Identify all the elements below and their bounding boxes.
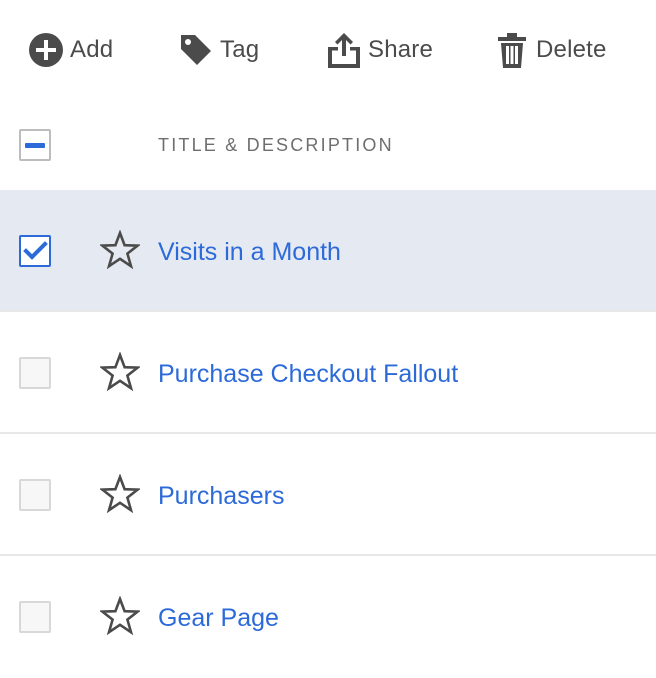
row-checkbox[interactable]: [19, 235, 51, 267]
select-all-checkbox[interactable]: [19, 129, 51, 161]
row-title-link[interactable]: Purchase Checkout Fallout: [158, 360, 458, 389]
table-row[interactable]: Gear Page: [0, 556, 656, 678]
share-button[interactable]: Share: [324, 28, 433, 72]
add-button[interactable]: Add: [26, 28, 113, 72]
share-label: Share: [368, 36, 434, 63]
star-outline-icon[interactable]: [100, 474, 140, 514]
delete-button[interactable]: Delete: [492, 28, 607, 72]
add-label: Add: [70, 36, 114, 63]
row-title-link[interactable]: Purchasers: [158, 482, 284, 511]
table-header: TITLE & DESCRIPTION: [0, 110, 656, 180]
table-row[interactable]: Visits in a Month: [0, 190, 656, 312]
tag-icon: [176, 28, 216, 72]
tag-button[interactable]: Tag: [176, 28, 259, 72]
row-checkbox[interactable]: [19, 601, 51, 633]
star-outline-icon[interactable]: [100, 352, 140, 392]
toolbar: Add Tag Share Delete: [0, 0, 656, 100]
trash-icon: [492, 28, 532, 72]
tag-label: Tag: [220, 36, 260, 63]
star-outline-icon[interactable]: [100, 230, 140, 270]
table-row[interactable]: Purchase Checkout Fallout: [0, 312, 656, 434]
add-circle-icon: [26, 28, 66, 72]
share-icon: [324, 28, 364, 72]
checkmark-icon: [23, 241, 48, 260]
table-row[interactable]: Purchasers: [0, 434, 656, 556]
table-body: Visits in a Month Purchase Checkout Fall…: [0, 190, 656, 678]
row-checkbox[interactable]: [19, 357, 51, 389]
row-title-link[interactable]: Gear Page: [158, 604, 279, 633]
column-header-title[interactable]: TITLE & DESCRIPTION: [158, 135, 394, 156]
row-title-link[interactable]: Visits in a Month: [158, 238, 341, 267]
star-outline-icon[interactable]: [100, 596, 140, 636]
delete-label: Delete: [536, 36, 607, 63]
row-checkbox[interactable]: [19, 479, 51, 511]
